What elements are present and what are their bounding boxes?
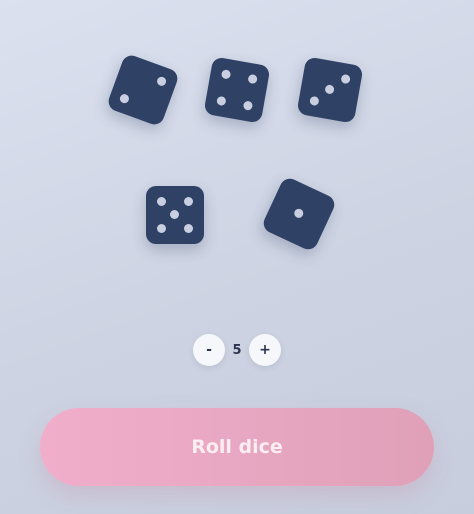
die-pip bbox=[157, 197, 166, 206]
die-face-2-icon bbox=[105, 52, 181, 128]
die-pip bbox=[170, 210, 179, 219]
dice-count: 5 bbox=[232, 342, 242, 358]
die-pip bbox=[324, 84, 335, 95]
die-pip bbox=[216, 95, 227, 107]
die-face-1-icon bbox=[260, 175, 338, 253]
die-pip bbox=[309, 95, 320, 107]
roll-dice-button[interactable]: Roll dice bbox=[40, 408, 434, 486]
dice-area bbox=[0, 0, 474, 300]
dice-count-stepper: - 5 + bbox=[193, 334, 281, 368]
die-pip bbox=[242, 100, 254, 111]
die-pip bbox=[155, 75, 168, 88]
die-face-4-icon bbox=[203, 56, 271, 124]
die-pip bbox=[292, 207, 305, 220]
die-face-3-icon bbox=[296, 56, 364, 124]
die-pip bbox=[340, 73, 351, 85]
die-pip bbox=[184, 224, 193, 233]
increase-button[interactable]: + bbox=[249, 334, 281, 366]
die-pip bbox=[157, 224, 166, 233]
die-pip bbox=[220, 69, 232, 80]
die-pip bbox=[184, 197, 193, 206]
die-face-5-icon bbox=[146, 186, 204, 244]
die-pip bbox=[118, 92, 131, 105]
die-pip bbox=[247, 73, 258, 85]
decrease-button[interactable]: - bbox=[193, 334, 225, 366]
